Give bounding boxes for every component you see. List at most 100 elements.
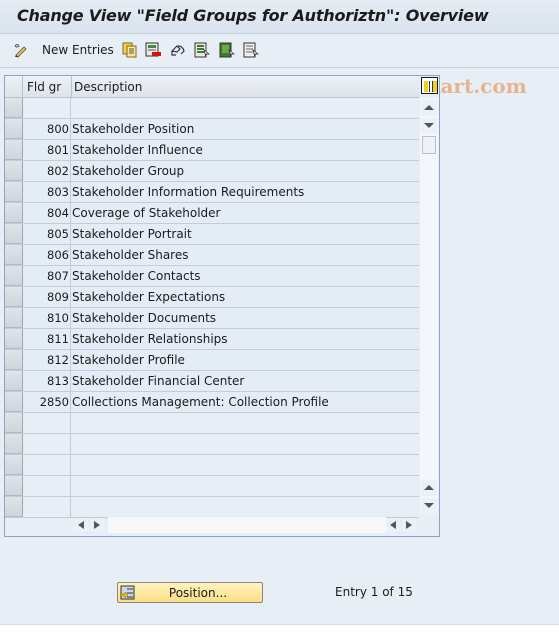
column-header-description[interactable]: Description bbox=[74, 80, 142, 94]
horizontal-scroll-track[interactable] bbox=[108, 517, 386, 533]
copy-as-button[interactable] bbox=[122, 40, 138, 60]
cell-fld-gr[interactable]: 803 bbox=[24, 182, 71, 202]
scroll-down-button[interactable] bbox=[421, 118, 437, 134]
cell-description[interactable]: Stakeholder Expectations bbox=[72, 287, 225, 307]
table-row[interactable]: 801 Stakeholder Influence bbox=[5, 140, 419, 161]
row-selector[interactable] bbox=[5, 182, 23, 202]
row-selector[interactable] bbox=[5, 119, 23, 139]
scroll-left-end-button[interactable] bbox=[386, 518, 400, 532]
table-settings-button[interactable] bbox=[421, 77, 438, 94]
select-block-button[interactable] bbox=[219, 40, 235, 60]
select-all-button[interactable] bbox=[194, 40, 210, 60]
row-selector[interactable] bbox=[5, 224, 23, 244]
cell-description[interactable]: Stakeholder Relationships bbox=[72, 329, 228, 349]
cell-description[interactable]: Stakeholder Profile bbox=[72, 350, 185, 370]
table-row[interactable]: 807 Stakeholder Contacts bbox=[5, 266, 419, 287]
row-selector[interactable] bbox=[5, 245, 23, 265]
table-row[interactable]: 810 Stakeholder Documents bbox=[5, 308, 419, 329]
select-all-rows-corner[interactable] bbox=[5, 76, 23, 98]
cell-fld-gr[interactable] bbox=[24, 98, 71, 118]
cell-description[interactable]: Stakeholder Portrait bbox=[72, 224, 192, 244]
horizontal-scrollbar[interactable] bbox=[72, 516, 418, 534]
table-row[interactable]: 805 Stakeholder Portrait bbox=[5, 224, 419, 245]
table-row[interactable] bbox=[5, 476, 419, 497]
row-selector[interactable] bbox=[5, 434, 23, 454]
table-row[interactable] bbox=[5, 455, 419, 476]
table-row[interactable]: 809 Stakeholder Expectations bbox=[5, 287, 419, 308]
cell-fld-gr[interactable]: 805 bbox=[24, 224, 71, 244]
scroll-page-up-button[interactable] bbox=[421, 480, 437, 496]
cell-fld-gr[interactable]: 809 bbox=[24, 287, 71, 307]
scroll-thumb[interactable] bbox=[422, 136, 436, 154]
table-row[interactable]: 803 Stakeholder Information Requirements bbox=[5, 182, 419, 203]
cell-description[interactable]: Stakeholder Documents bbox=[72, 308, 216, 328]
cell-description[interactable]: Stakeholder Shares bbox=[72, 245, 189, 265]
cell-fld-gr[interactable]: 813 bbox=[24, 371, 71, 391]
new-entries-button[interactable]: New Entries bbox=[42, 40, 114, 60]
cell-description[interactable]: Stakeholder Information Requirements bbox=[72, 182, 304, 202]
cell-fld-gr[interactable]: 807 bbox=[24, 266, 71, 286]
row-selector[interactable] bbox=[5, 140, 23, 160]
table-row[interactable]: 806 Stakeholder Shares bbox=[5, 245, 419, 266]
row-selector[interactable] bbox=[5, 287, 23, 307]
cell-fld-gr[interactable] bbox=[24, 434, 71, 454]
cell-fld-gr[interactable]: 802 bbox=[24, 161, 71, 181]
row-selector[interactable] bbox=[5, 371, 23, 391]
scroll-page-down-button[interactable] bbox=[421, 498, 437, 514]
table-row[interactable]: 812 Stakeholder Profile bbox=[5, 350, 419, 371]
cell-fld-gr[interactable]: 801 bbox=[24, 140, 71, 160]
row-selector[interactable] bbox=[5, 413, 23, 433]
undo-change-button[interactable] bbox=[170, 40, 186, 60]
scroll-right-button[interactable] bbox=[90, 518, 104, 532]
row-selector[interactable] bbox=[5, 350, 23, 370]
cell-fld-gr[interactable]: 812 bbox=[24, 350, 71, 370]
table-row[interactable]: 800 Stakeholder Position bbox=[5, 119, 419, 140]
cell-fld-gr[interactable] bbox=[24, 413, 71, 433]
cell-fld-gr[interactable]: 806 bbox=[24, 245, 71, 265]
row-selector[interactable] bbox=[5, 161, 23, 181]
cell-fld-gr[interactable]: 811 bbox=[24, 329, 71, 349]
row-selector[interactable] bbox=[5, 497, 23, 517]
scroll-left-button[interactable] bbox=[74, 518, 88, 532]
cell-description[interactable]: Stakeholder Position bbox=[72, 119, 194, 139]
row-selector[interactable] bbox=[5, 266, 23, 286]
deselect-all-button[interactable] bbox=[243, 40, 259, 60]
table-row[interactable]: 813 Stakeholder Financial Center bbox=[5, 371, 419, 392]
cell-fld-gr[interactable] bbox=[24, 497, 71, 517]
table-row[interactable] bbox=[5, 497, 419, 518]
cell-description[interactable]: Stakeholder Group bbox=[72, 161, 184, 181]
row-selector[interactable] bbox=[5, 308, 23, 328]
cell-description[interactable]: Coverage of Stakeholder bbox=[72, 203, 220, 223]
change-display-button[interactable] bbox=[13, 40, 29, 60]
row-selector[interactable] bbox=[5, 476, 23, 496]
vertical-scrollbar[interactable] bbox=[420, 98, 438, 514]
row-selector[interactable] bbox=[5, 203, 23, 223]
table-row[interactable] bbox=[5, 413, 419, 434]
row-selector[interactable] bbox=[5, 392, 23, 412]
cell-fld-gr[interactable]: 810 bbox=[24, 308, 71, 328]
delete-button[interactable] bbox=[145, 40, 161, 60]
position-button[interactable]: Position... bbox=[117, 582, 263, 603]
table-row[interactable] bbox=[5, 434, 419, 455]
cell-fld-gr[interactable]: 800 bbox=[24, 119, 71, 139]
cell-fld-gr[interactable]: 804 bbox=[24, 203, 71, 223]
column-header-fld-gr[interactable]: Fld gr bbox=[27, 80, 61, 94]
scroll-up-button[interactable] bbox=[421, 100, 437, 116]
cell-description[interactable]: Stakeholder Financial Center bbox=[72, 371, 244, 391]
table-row[interactable]: 811 Stakeholder Relationships bbox=[5, 329, 419, 350]
table-row[interactable]: 804 Coverage of Stakeholder bbox=[5, 203, 419, 224]
row-selector[interactable] bbox=[5, 329, 23, 349]
row-selector[interactable] bbox=[5, 455, 23, 475]
table-row[interactable]: 2850 Collections Management: Collection P… bbox=[5, 392, 419, 413]
table-row[interactable] bbox=[5, 98, 419, 119]
cell-description[interactable]: Stakeholder Influence bbox=[72, 140, 203, 160]
cell-description[interactable]: Stakeholder Contacts bbox=[72, 266, 201, 286]
cell-fld-gr[interactable] bbox=[24, 455, 71, 475]
scroll-right-end-button[interactable] bbox=[402, 518, 416, 532]
cell-fld-gr[interactable] bbox=[24, 476, 71, 496]
row-selector[interactable] bbox=[5, 98, 23, 118]
cell-description[interactable]: Collections Management: Collection Profi… bbox=[72, 392, 329, 412]
table-row[interactable]: 802 Stakeholder Group bbox=[5, 161, 419, 182]
cell-fld-gr[interactable]: 2850 bbox=[24, 392, 71, 412]
column-divider[interactable] bbox=[71, 76, 72, 98]
